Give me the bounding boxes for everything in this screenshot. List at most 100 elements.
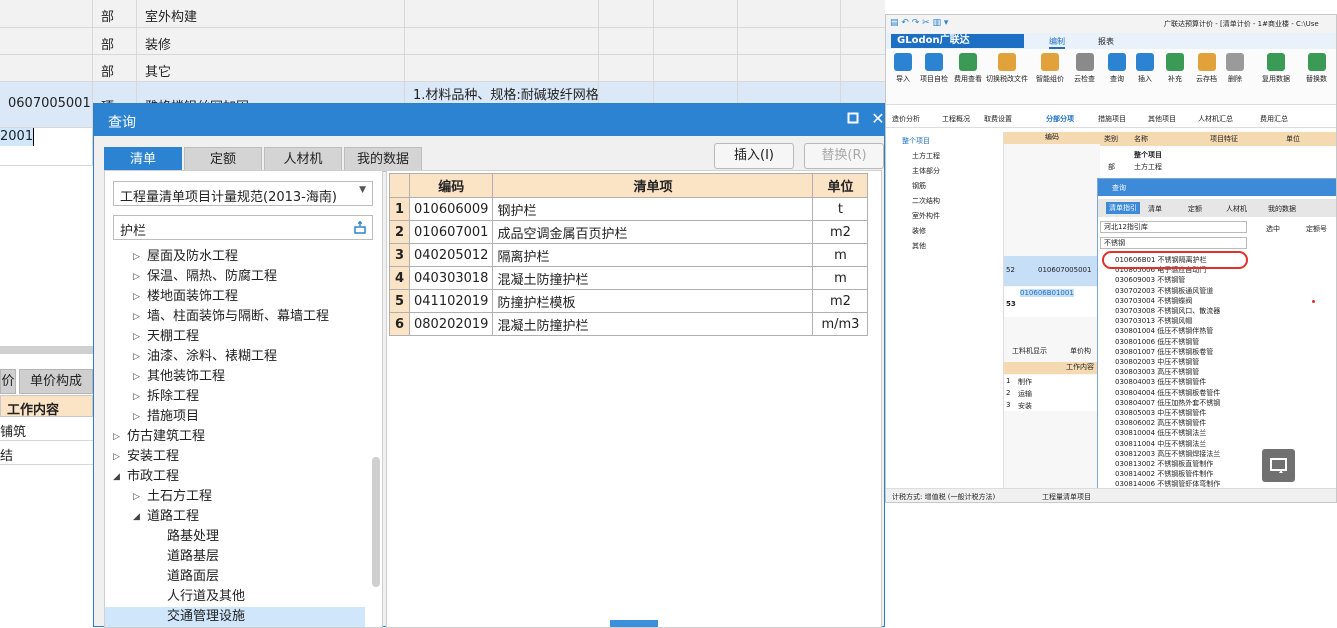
- ribbon-button[interactable]: 补充: [1166, 53, 1184, 84]
- table-row[interactable]: 4 040303018 混凝土防撞护栏 m: [389, 266, 869, 290]
- library-select[interactable]: 工程量清单项目计量规范(2013-海南) ▼: [113, 181, 373, 206]
- replace-button[interactable]: 替换(R): [804, 143, 884, 169]
- editing-cell[interactable]: 2001: [0, 128, 35, 146]
- search-input[interactable]: 护栏: [113, 215, 373, 240]
- table-row[interactable]: 1 010606009 钢护栏 t: [389, 197, 869, 221]
- splitter-handle[interactable]: [610, 620, 658, 627]
- chevron-down-icon[interactable]: ◢: [133, 507, 140, 527]
- tree-item[interactable]: ▷ 天棚工程: [105, 327, 365, 347]
- ribbon-button[interactable]: 云存档: [1196, 53, 1217, 84]
- embedded-grid-row[interactable]: 52 010607005001: [1004, 256, 1100, 286]
- tree-item[interactable]: ◢ 市政工程: [105, 467, 365, 487]
- tree-item[interactable]: ▷ 楼地面装饰工程: [105, 287, 365, 307]
- chevron-right-icon[interactable]: ▷: [133, 407, 140, 427]
- table-row[interactable]: 部 装修: [0, 28, 885, 55]
- table-row[interactable]: 2 010607001 成品空调金属百页护栏 m2: [389, 220, 869, 244]
- list-item[interactable]: 030703008 不锈钢风口、散流器: [1115, 306, 1220, 316]
- tree-item[interactable]: ▷ 仿古建筑工程: [105, 427, 365, 447]
- tree-item[interactable]: 人行道及其他: [105, 587, 365, 607]
- list-item[interactable]: 030804007 低压加热外套不锈钢: [1115, 398, 1220, 408]
- tree-scrollbar[interactable]: [371, 371, 381, 627]
- subnav-tab[interactable]: 措施项目: [1098, 114, 1126, 124]
- tree-item[interactable]: ▷ 墙、柱面装饰与隔断、幕墙工程: [105, 307, 365, 327]
- table-row[interactable]: 部 其它: [0, 55, 885, 82]
- tab-labor-material[interactable]: 人材机: [264, 147, 342, 172]
- list-item[interactable]: 030811004 中压不锈钢法兰: [1115, 439, 1206, 449]
- lower-row[interactable]: 铺筑: [0, 417, 93, 441]
- popup-tab[interactable]: 定额: [1188, 204, 1202, 214]
- embedded-tree-item[interactable]: 钢筋: [912, 181, 926, 191]
- chevron-right-icon[interactable]: ▷: [133, 347, 140, 367]
- list-item[interactable]: 030609003 不锈钢管: [1115, 275, 1185, 285]
- tree-item[interactable]: 路基处理: [105, 527, 365, 547]
- ribbon-button[interactable]: 复用数据: [1262, 53, 1290, 84]
- splitter[interactable]: [0, 346, 93, 354]
- table-row[interactable]: 3 040205012 隔离护栏 m: [389, 243, 869, 267]
- scrollbar-thumb[interactable]: [372, 457, 380, 587]
- chevron-right-icon[interactable]: ▷: [133, 287, 140, 307]
- list-item[interactable]: 030804003 低压不锈钢管件: [1115, 377, 1206, 387]
- ribbon-button[interactable]: 智能组价: [1036, 53, 1064, 84]
- list-item[interactable]: 030805003 中压不锈钢管件: [1115, 408, 1206, 418]
- table-row[interactable]: 部 室外构建: [0, 0, 885, 28]
- subnav-tab[interactable]: 费用汇总: [1260, 114, 1288, 124]
- chevron-right-icon[interactable]: ▷: [113, 447, 120, 467]
- list-item[interactable]: 030812003 高压不锈钢焊接法兰: [1115, 449, 1220, 459]
- filter-search-icon[interactable]: [352, 219, 368, 235]
- embedded-lower-row[interactable]: 1 制作: [1004, 375, 1100, 387]
- insert-button[interactable]: 插入(I): [714, 143, 794, 169]
- chevron-right-icon[interactable]: ▷: [133, 387, 140, 407]
- embedded-lower-row[interactable]: 2 运输: [1004, 387, 1100, 399]
- menu-report[interactable]: 报表: [1098, 36, 1114, 47]
- tree-item[interactable]: ▷ 其他装饰工程: [105, 367, 365, 387]
- embedded-grid-row[interactable]: 53 010606B01001: [1004, 287, 1100, 317]
- tree-item[interactable]: ▷ 安装工程: [105, 447, 365, 467]
- list-item[interactable]: 030814002 不锈钢板管件制作: [1115, 469, 1213, 479]
- popup-tab[interactable]: 清单指引: [1106, 202, 1140, 214]
- tree-item[interactable]: ▷ 保温、隔热、防腐工程: [105, 267, 365, 287]
- embedded-tree-item[interactable]: 室外构件: [912, 211, 940, 221]
- tree-item[interactable]: 道路基层: [105, 547, 365, 567]
- tree-item[interactable]: ▷ 措施项目: [105, 407, 365, 427]
- tab-my-data[interactable]: 我的数据: [344, 147, 422, 172]
- popup-search[interactable]: 不锈钢: [1100, 237, 1247, 249]
- chevron-down-icon[interactable]: ◢: [113, 467, 120, 487]
- list-item[interactable]: 030804004 低压不锈钢板卷管件: [1115, 388, 1220, 398]
- maximize-icon[interactable]: [844, 110, 862, 128]
- tree-item[interactable]: 道路面层: [105, 567, 365, 587]
- screenshot-tool-icon[interactable]: [1262, 449, 1295, 482]
- list-item[interactable]: 030801006 低压不锈钢管: [1115, 337, 1199, 347]
- embedded-tree-item[interactable]: 装修: [912, 226, 926, 236]
- list-item[interactable]: 030703004 不锈钢蝶阀: [1115, 296, 1192, 306]
- chevron-right-icon[interactable]: ▷: [133, 367, 140, 387]
- ribbon-button[interactable]: 切换税改文件: [986, 53, 1028, 84]
- ribbon-button[interactable]: 删除: [1226, 53, 1244, 84]
- list-item[interactable]: 030806002 高压不锈钢管件: [1115, 418, 1206, 428]
- lower-row[interactable]: 结: [0, 441, 93, 465]
- list-item[interactable]: 030801004 低压不锈钢伴热管: [1115, 326, 1213, 336]
- chevron-right-icon[interactable]: ▷: [133, 327, 140, 347]
- list-item[interactable]: 030810004 低压不锈钢法兰: [1115, 428, 1206, 438]
- embedded-tree-item[interactable]: 主体部分: [912, 166, 940, 176]
- ribbon-button[interactable]: 查询: [1108, 53, 1126, 84]
- chevron-right-icon[interactable]: ▷: [133, 247, 140, 267]
- popup-tab[interactable]: 清单: [1148, 204, 1162, 214]
- tree-item[interactable]: ◢ 道路工程: [105, 507, 365, 527]
- tab-bill-list[interactable]: 清单: [104, 147, 182, 172]
- embedded-tree-item[interactable]: 二次结构: [912, 196, 940, 206]
- subnav-tab[interactable]: 分部分项: [1046, 114, 1074, 124]
- popup-tab[interactable]: 人材机: [1226, 204, 1247, 214]
- chevron-right-icon[interactable]: ▷: [133, 307, 140, 327]
- list-item[interactable]: 030703013 不锈钢风帽: [1115, 316, 1192, 326]
- embedded-tree-item[interactable]: 土方工程: [912, 151, 940, 161]
- subnav-tab[interactable]: 人材机汇总: [1198, 114, 1233, 124]
- tree-item[interactable]: 交通管理设施: [105, 607, 365, 627]
- ribbon-button[interactable]: 插入: [1136, 53, 1154, 84]
- ribbon-button[interactable]: 导入: [894, 53, 912, 84]
- chevron-right-icon[interactable]: ▷: [133, 487, 140, 507]
- embedded-tree-item[interactable]: 整个项目: [902, 136, 930, 146]
- ribbon-button[interactable]: 费用查看: [954, 53, 982, 84]
- lower-tab-price[interactable]: 价: [0, 369, 16, 394]
- embedded-tree-item[interactable]: 其他: [912, 241, 926, 251]
- ribbon-button[interactable]: 项目自检: [920, 53, 948, 84]
